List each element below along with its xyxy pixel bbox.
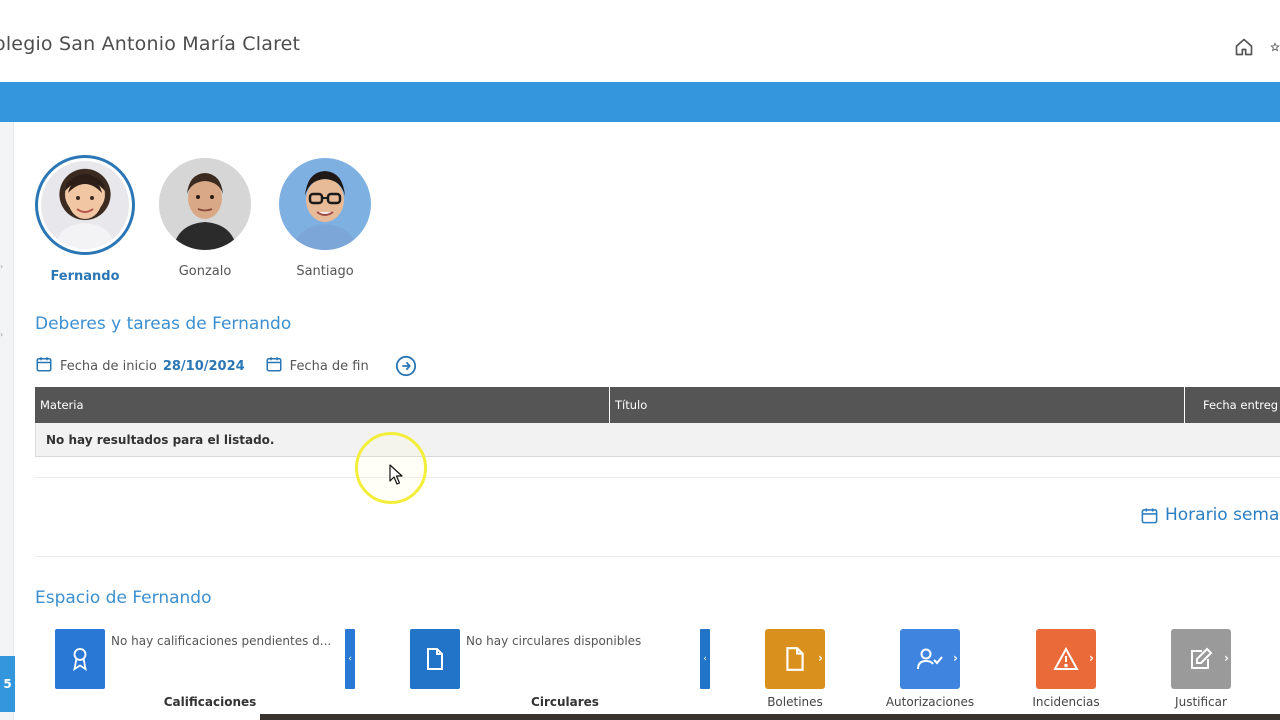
- student-name[interactable]: Santiago: [275, 264, 375, 279]
- divider: [35, 477, 1280, 478]
- weekly-schedule-label[interactable]: Horario sema: [1165, 505, 1279, 525]
- arrow-right-circle-icon[interactable]: [395, 355, 417, 377]
- student-santiago[interactable]: Santiago: [275, 158, 375, 279]
- chevron-right-icon: ›: [953, 651, 958, 665]
- start-date-value[interactable]: 28/10/2024: [163, 359, 245, 374]
- avatar[interactable]: [279, 158, 371, 250]
- date-filter: Fecha de inicio 28/10/2024 Fecha de fin: [35, 355, 417, 377]
- document-icon[interactable]: [410, 629, 460, 689]
- circulars-label[interactable]: Circulares: [505, 695, 625, 709]
- authorizations-tile[interactable]: ›: [900, 629, 960, 689]
- end-date-label[interactable]: Fecha de fin: [290, 359, 369, 374]
- space-title: Espacio de Fernando: [35, 588, 212, 608]
- table-row: No hay resultados para el listado.: [35, 423, 1280, 457]
- bottom-strip: [260, 714, 1280, 720]
- homework-title: Deberes y tareas de Fernando: [35, 314, 292, 334]
- column-header[interactable]: Materia: [35, 387, 610, 423]
- student-gonzalo[interactable]: Gonzalo: [155, 158, 255, 279]
- avatar[interactable]: [35, 155, 135, 255]
- circulars-card-text: No hay circulares disponibles: [466, 634, 642, 648]
- warning-icon: [1053, 647, 1079, 670]
- home-icon[interactable]: [1233, 36, 1255, 58]
- bulletins-label[interactable]: Boletines: [745, 695, 845, 709]
- incidents-tile[interactable]: ›: [1036, 629, 1096, 689]
- sidebar-marker: ›: [0, 330, 4, 339]
- chevron-right-icon: ›: [1224, 651, 1229, 665]
- sidebar-marker: ›: [0, 262, 4, 271]
- start-date-label: Fecha de inicio: [60, 358, 157, 374]
- sidebar-badge[interactable]: 5: [0, 656, 15, 712]
- table-header: Materia Título Fecha entreg: [35, 387, 1280, 423]
- edit-icon: [1191, 647, 1213, 669]
- mouse-cursor-icon: [389, 464, 403, 490]
- award-icon[interactable]: [55, 629, 105, 689]
- grades-card-text: No hay calificaciones pendientes d...: [111, 634, 332, 648]
- justify-label[interactable]: Justificar: [1151, 695, 1251, 709]
- grades-card[interactable]: No hay calificaciones pendientes d... ‹: [55, 629, 355, 691]
- empty-message: No hay resultados para el listado.: [46, 432, 275, 447]
- chevron-right-icon: ›: [1089, 651, 1094, 665]
- divider: [35, 556, 1280, 557]
- chevron-left-icon[interactable]: ‹: [345, 629, 355, 689]
- column-header[interactable]: Título: [610, 387, 1185, 423]
- weekly-schedule-link[interactable]: Horario sema: [1140, 505, 1279, 525]
- top-bar: olegio San Antonio María Claret: [0, 0, 1280, 82]
- incidents-label[interactable]: Incidencias: [1016, 695, 1116, 709]
- star-icon[interactable]: [1270, 36, 1280, 58]
- calendar-icon[interactable]: [265, 355, 283, 377]
- user-check-icon: [917, 648, 943, 670]
- calendar-icon[interactable]: [35, 355, 53, 377]
- column-header[interactable]: Fecha entreg: [1185, 387, 1280, 423]
- student-fernando[interactable]: Fernando: [35, 155, 135, 284]
- circulars-card[interactable]: No hay circulares disponibles ‹: [410, 629, 710, 691]
- school-title: olegio San Antonio María Claret: [0, 33, 301, 55]
- homework-table: Materia Título Fecha entreg No hay resul…: [35, 387, 1280, 457]
- chevron-right-icon: ›: [818, 651, 823, 665]
- authorizations-label[interactable]: Autorizaciones: [870, 695, 990, 709]
- grades-label[interactable]: Calificaciones: [150, 695, 270, 709]
- calendar-icon: [1141, 507, 1158, 523]
- student-name[interactable]: Fernando: [35, 269, 135, 284]
- document-icon: [786, 647, 804, 671]
- avatar[interactable]: [159, 158, 251, 250]
- sidebar-collapsed[interactable]: [0, 122, 14, 720]
- bulletins-tile[interactable]: ›: [765, 629, 825, 689]
- student-name[interactable]: Gonzalo: [155, 264, 255, 279]
- nav-band: [0, 82, 1280, 122]
- chevron-left-icon[interactable]: ‹: [700, 629, 710, 689]
- justify-tile[interactable]: ›: [1171, 629, 1231, 689]
